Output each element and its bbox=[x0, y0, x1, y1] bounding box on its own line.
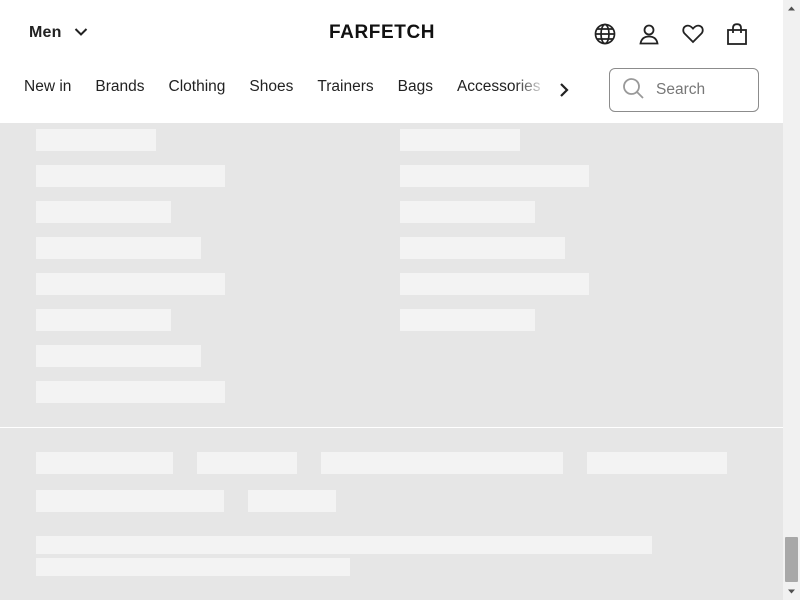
skeleton-line bbox=[400, 237, 565, 259]
department-selector[interactable]: Men bbox=[29, 24, 88, 42]
site-header: Men FARFETCH New in Brands Clothing Shoe… bbox=[0, 0, 783, 123]
chevron-down-icon bbox=[74, 24, 88, 42]
scrollbar-thumb[interactable] bbox=[785, 537, 798, 582]
category-nav: New in Brands Clothing Shoes Trainers Ba… bbox=[24, 78, 544, 102]
skeleton-line bbox=[36, 237, 201, 259]
search-icon bbox=[622, 77, 644, 104]
skeleton-footer-link bbox=[36, 490, 224, 512]
skeleton-line bbox=[36, 309, 171, 331]
department-label: Men bbox=[29, 24, 62, 41]
skeleton-line bbox=[400, 165, 589, 187]
search-box[interactable]: Search bbox=[609, 68, 759, 112]
skeleton-line bbox=[36, 381, 225, 403]
skeleton-line bbox=[36, 273, 225, 295]
skeleton-line bbox=[400, 309, 535, 331]
skeleton-footer-link bbox=[36, 452, 173, 474]
vertical-scrollbar[interactable] bbox=[783, 0, 800, 600]
skeleton-line bbox=[36, 165, 225, 187]
skeleton-footer-text bbox=[36, 558, 350, 576]
nav-item-trainers[interactable]: Trainers bbox=[317, 78, 373, 102]
skeleton-footer-link bbox=[587, 452, 727, 474]
nav-item-bags[interactable]: Bags bbox=[398, 78, 433, 102]
scroll-up-arrow-icon[interactable] bbox=[783, 0, 800, 17]
skeleton-line bbox=[400, 201, 535, 223]
globe-icon[interactable] bbox=[592, 21, 618, 47]
farfetch-logo[interactable]: FARFETCH bbox=[329, 22, 435, 44]
skeleton-footer-text bbox=[36, 536, 652, 554]
account-icon[interactable] bbox=[636, 21, 662, 47]
nav-item-new-in[interactable]: New in bbox=[24, 78, 71, 102]
skeleton-line bbox=[400, 129, 520, 151]
skeleton-footer-link bbox=[197, 452, 297, 474]
nav-fade-overlay bbox=[515, 74, 547, 104]
nav-item-brands[interactable]: Brands bbox=[95, 78, 144, 102]
nav-item-clothing[interactable]: Clothing bbox=[169, 78, 226, 102]
skeleton-line bbox=[36, 345, 201, 367]
skeleton-line bbox=[36, 129, 156, 151]
nav-item-shoes[interactable]: Shoes bbox=[249, 78, 293, 102]
wishlist-heart-icon[interactable] bbox=[680, 21, 706, 47]
section-divider bbox=[0, 427, 783, 428]
skeleton-footer-link bbox=[248, 490, 336, 512]
search-placeholder: Search bbox=[656, 81, 706, 98]
nav-scroll-right-button[interactable] bbox=[552, 78, 576, 102]
skeleton-footer-link bbox=[321, 452, 563, 474]
scroll-down-arrow-icon[interactable] bbox=[783, 583, 800, 600]
shopping-bag-icon[interactable] bbox=[724, 21, 750, 47]
skeleton-line bbox=[36, 201, 171, 223]
skeleton-line bbox=[400, 273, 589, 295]
